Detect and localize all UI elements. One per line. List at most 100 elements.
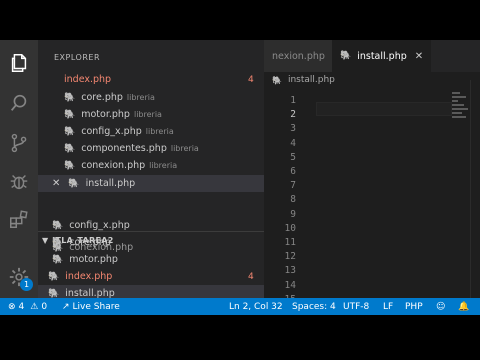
open-editor-config[interactable]: 🐘 config_x.php libreria [64, 123, 174, 140]
live-share-button[interactable]: ↗ Live Share [62, 302, 120, 312]
line-number: 6 [290, 166, 296, 177]
php-file-icon: 🐘 [68, 178, 80, 189]
line-number: 7 [290, 180, 296, 192]
line-number: 5 [290, 151, 296, 163]
tab-install[interactable]: 🐘 install.php ✕ [332, 40, 432, 72]
explorer-title: EXPLORER [54, 53, 100, 62]
file-name: motor.php [81, 109, 130, 120]
line-number: 8 [290, 194, 296, 206]
indentation[interactable]: Spaces: 4 [292, 302, 336, 312]
status-bar: ⊗ 4 ⚠ 0 ↗ Live Share Ln 2, Col 32 Spaces… [0, 298, 480, 315]
warning-count: 0 [41, 301, 48, 312]
vscode-window: 1 EXPLORER index.php 4 🐘 core.php librer… [0, 40, 480, 315]
open-editor-index[interactable]: index.php 4 [64, 71, 264, 88]
minimap-line [452, 112, 462, 114]
line-number: 12 [284, 251, 296, 263]
open-editor-motor[interactable]: 🐘 motor.php libreria [64, 106, 162, 123]
php-file-icon: 🐘 [340, 51, 352, 61]
breadcrumb[interactable]: 🐘 install.php [272, 75, 335, 85]
debug-icon[interactable] [8, 170, 30, 192]
php-file-icon: 🐘 [52, 254, 64, 265]
search-icon[interactable] [8, 92, 30, 114]
file-name: core.php [69, 237, 111, 248]
feedback-icon[interactable]: ☺ [436, 302, 445, 312]
file-name: config_x.php [69, 220, 130, 231]
error-icon: ⊗ [8, 301, 16, 312]
error-count: 4 [248, 271, 254, 282]
file-name: motor.php [69, 254, 118, 265]
file-folder: libreria [133, 110, 162, 119]
line-number: 4 [290, 137, 296, 149]
file-folder: libreria [149, 161, 178, 170]
encoding[interactable]: UTF-8 [343, 302, 369, 312]
settings-update-badge: 1 [20, 278, 33, 291]
php-file-icon: 🐘 [64, 143, 76, 154]
php-file-icon: 🐘 [52, 220, 64, 231]
open-editor-core[interactable]: 🐘 core.php libreria [64, 89, 155, 106]
chevron-down-icon: ▼ [42, 236, 49, 245]
end-of-line[interactable]: LF [383, 302, 393, 312]
bell-icon[interactable]: 🔔 [458, 302, 469, 312]
file-name: config_x.php [81, 126, 142, 137]
folder-file-core[interactable]: 🐘 core.php [52, 234, 111, 251]
extensions-icon[interactable] [8, 208, 30, 230]
open-editor-install[interactable]: ✕ 🐘 install.php [38, 175, 264, 192]
editor-tabs: nexion.php 🐘 install.php ✕ [264, 40, 480, 72]
php-file-icon: 🐘 [52, 237, 64, 248]
file-name: core.php [81, 92, 123, 103]
line-number: 3 [290, 123, 296, 135]
file-folder: libreria [126, 93, 155, 102]
file-name: index.php [64, 74, 112, 85]
line-number: 1 [290, 95, 296, 106]
line-number: 13 [284, 265, 296, 277]
tab-conexion[interactable]: nexion.php [264, 40, 332, 72]
minimap-line [452, 92, 460, 94]
minimap-line [452, 96, 466, 98]
open-editor-conexion[interactable]: 🐘 conexion.php libreria [64, 157, 177, 174]
live-share-icon: ↗ [62, 301, 70, 312]
source-control-icon[interactable] [8, 132, 30, 154]
warning-icon: ⚠ [30, 301, 39, 312]
error-count: 4 [18, 301, 25, 312]
minimap-line [452, 104, 464, 106]
close-icon[interactable]: ✕ [415, 51, 423, 62]
file-name: index.php [65, 271, 113, 282]
activity-bar: 1 [0, 40, 38, 298]
files-icon[interactable] [8, 52, 30, 74]
minimap-line [452, 100, 458, 102]
php-file-icon: 🐘 [64, 109, 76, 120]
minimap[interactable] [452, 90, 470, 150]
line-number: 14 [284, 279, 296, 291]
line-number: 2 [290, 109, 296, 121]
cursor-position[interactable]: Ln 2, Col 32 [229, 302, 283, 312]
language-mode[interactable]: PHP [405, 302, 423, 312]
php-file-icon: 🐘 [48, 271, 60, 282]
php-file-icon: 🐘 [64, 126, 76, 137]
folder-file-index[interactable]: 🐘 index.php 4 [38, 268, 264, 285]
file-name: conexion.php [81, 160, 146, 171]
file-folder: libreria [170, 144, 199, 153]
open-editor-componentes[interactable]: 🐘 componentes.php libreria [64, 140, 199, 157]
file-name: componentes.php [81, 143, 167, 154]
line-number: 9 [290, 208, 296, 220]
live-share-label: Live Share [72, 301, 120, 312]
minimap-line [452, 116, 466, 118]
line-number: 10 [284, 222, 296, 234]
error-count: 4 [248, 74, 254, 85]
breadcrumb-file: install.php [287, 75, 335, 85]
php-file-icon: 🐘 [272, 75, 282, 85]
line-number: 11 [284, 237, 296, 248]
php-file-icon: 🐘 [48, 288, 60, 299]
php-file-icon: 🐘 [64, 160, 76, 171]
current-line-highlight [316, 102, 452, 116]
editor-scrollbar[interactable] [470, 80, 480, 315]
problems-indicator[interactable]: ⊗ 4 ⚠ 0 [8, 302, 47, 312]
tab-label: nexion.php [272, 50, 325, 62]
php-file-icon: 🐘 [64, 92, 76, 103]
minimap-line [452, 108, 468, 110]
file-name: install.php [85, 178, 136, 189]
folder-file-config-x[interactable]: 🐘 config_x.php [52, 217, 130, 234]
folder-file-motor[interactable]: 🐘 motor.php [52, 251, 118, 268]
close-icon[interactable]: ✕ [52, 178, 60, 189]
file-folder: libreria [145, 127, 174, 136]
